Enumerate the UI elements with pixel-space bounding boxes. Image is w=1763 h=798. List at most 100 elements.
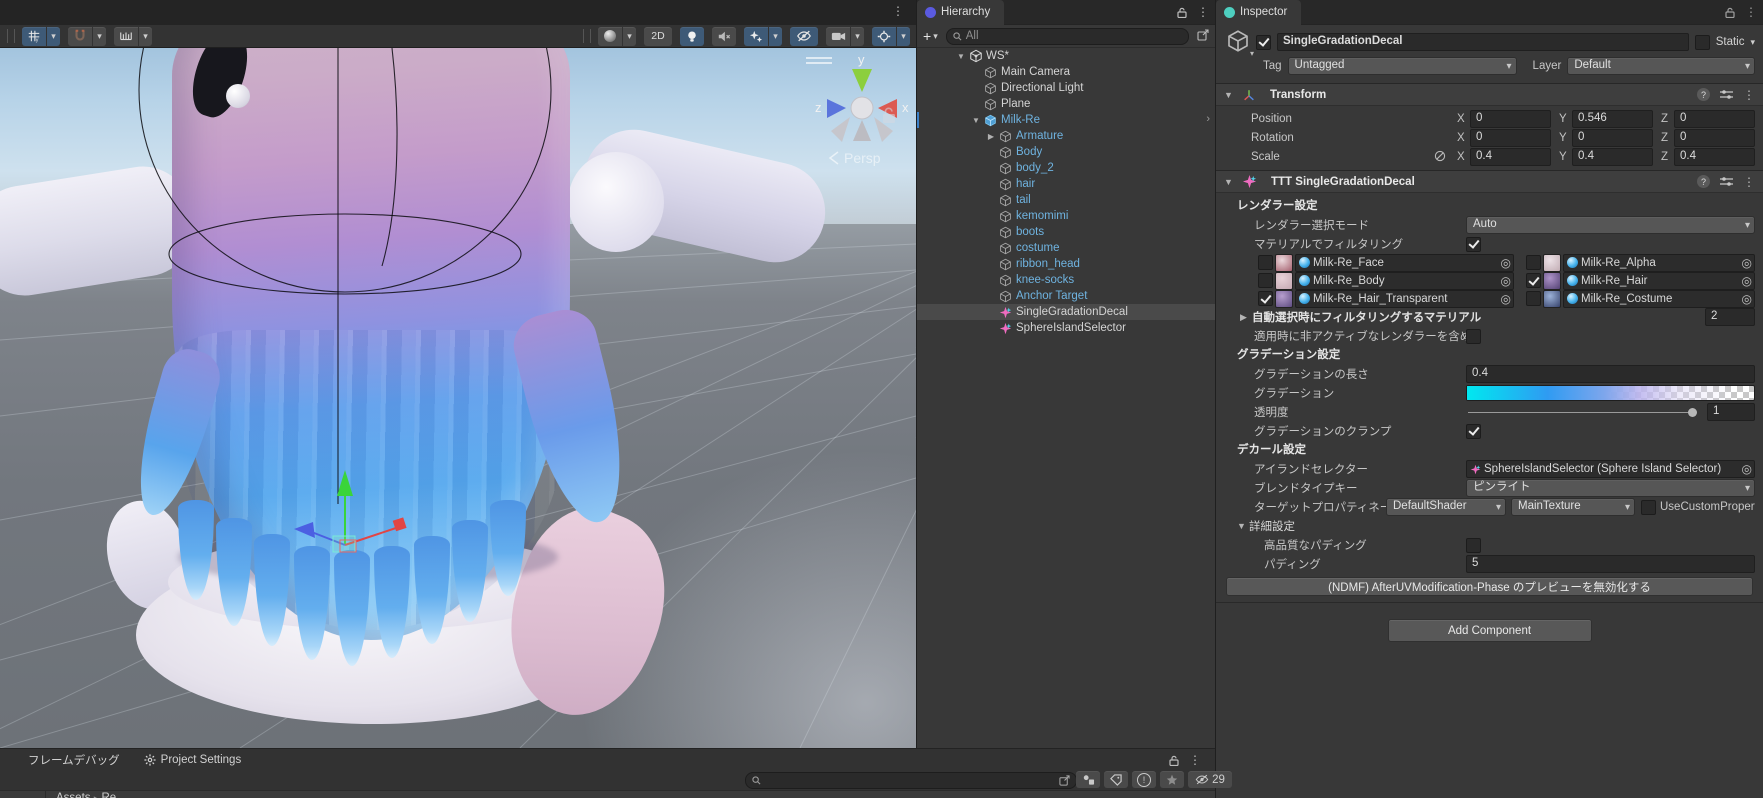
hierarchy-item-main-camera[interactable]: Main Camera [917, 64, 1215, 80]
effects-button[interactable] [744, 27, 768, 46]
project-search-field[interactable] [745, 772, 1077, 789]
rotation-y-field[interactable]: 0 [1572, 129, 1653, 147]
renderer-mode-dropdown[interactable]: Auto [1466, 216, 1755, 234]
transform-component-header[interactable]: ▼ Transform ? ⋮ [1216, 83, 1763, 106]
material-thumbnail[interactable] [1275, 254, 1293, 272]
decal-kebab-icon[interactable]: ⋮ [1743, 175, 1755, 189]
hierarchy-item-knee-socks[interactable]: knee-socks [917, 272, 1215, 288]
hierarchy-item-body[interactable]: Body [917, 144, 1215, 160]
object-picker-icon[interactable]: ◎ [1742, 463, 1752, 475]
gameobject-cube-icon[interactable]: ▾ [1226, 29, 1250, 56]
hidden-count-button[interactable]: 29 [1188, 771, 1232, 788]
scale-z-field[interactable]: 0.4 [1674, 148, 1755, 166]
audio-mute-button[interactable] [712, 27, 736, 46]
shading-mode-button[interactable] [598, 27, 622, 46]
console-alert-button[interactable]: ! [1132, 771, 1156, 788]
rotation-x-field[interactable]: 0 [1470, 129, 1551, 147]
material-thumbnail[interactable] [1543, 272, 1561, 290]
snap-dropdown[interactable]: ▾ [93, 27, 106, 46]
material-object-field[interactable]: Milk-Re_Hair ◎ [1563, 272, 1755, 290]
hierarchy-item-ribbon-head[interactable]: ribbon_head [917, 256, 1215, 272]
hierarchy-item-anchor-target[interactable]: Anchor Target [917, 288, 1215, 304]
foldout-open-icon[interactable]: ▼ [969, 116, 983, 125]
scale-y-field[interactable]: 0.4 [1572, 148, 1653, 166]
material-object-field[interactable]: Milk-Re_Body ◎ [1295, 272, 1514, 290]
hierarchy-item-costume[interactable]: costume [917, 240, 1215, 256]
position-z-field[interactable]: 0 [1674, 110, 1755, 128]
project-settings-button[interactable]: Project Settings [136, 749, 250, 770]
decal-help-icon[interactable]: ? [1697, 175, 1710, 188]
decal-presets-icon[interactable] [1720, 176, 1733, 187]
decal-component-header[interactable]: ▼ TTT SingleGradationDecal ? ⋮ [1216, 170, 1763, 193]
scene-menu-kebab-icon[interactable]: ⋮ [892, 4, 904, 18]
hierarchy-item-boots[interactable]: boots [917, 224, 1215, 240]
favorites-button[interactable] [1160, 771, 1184, 788]
grid-visibility-button[interactable]: y [22, 27, 46, 46]
target-texture-dropdown[interactable]: MainTexture [1511, 498, 1635, 516]
hierarchy-item-sphereislandselector[interactable]: SphereIslandSelector [917, 320, 1215, 336]
filter-by-label-button[interactable] [1104, 771, 1128, 788]
snap-toggle-button[interactable] [68, 27, 92, 46]
material-thumbnail[interactable] [1275, 272, 1293, 290]
advanced-settings-row[interactable]: ▼ 詳細設定 [1216, 517, 1763, 535]
scene-viewport[interactable]: y z x Persp [0, 48, 916, 748]
gameobject-name-field[interactable]: SingleGradationDecal [1277, 33, 1689, 51]
hierarchy-item-armature[interactable]: ▶ Armature [917, 128, 1215, 144]
prefab-open-arrow-icon[interactable]: › [1206, 113, 1210, 125]
material-filter-checkbox[interactable] [1466, 237, 1481, 252]
lock-icon[interactable] [1177, 7, 1187, 18]
blend-type-dropdown[interactable]: ピンライト [1466, 479, 1755, 497]
transform-foldout-icon[interactable]: ▼ [1224, 90, 1236, 100]
hierarchy-search-field[interactable]: All [946, 28, 1189, 45]
create-object-button[interactable]: + [923, 30, 931, 42]
padding-field[interactable]: 5 [1466, 555, 1755, 573]
presets-icon[interactable] [1720, 89, 1733, 100]
hierarchy-item-plane[interactable]: Plane [917, 96, 1215, 112]
hierarchy-item-hair[interactable]: hair [917, 176, 1215, 192]
gameobject-enabled-checkbox[interactable] [1256, 35, 1271, 50]
hierarchy-item-singlegradationdecal[interactable]: SingleGradationDecal [917, 304, 1215, 320]
material-thumbnail[interactable] [1275, 290, 1293, 308]
scene-camera-button[interactable] [826, 27, 850, 46]
position-x-field[interactable]: 0 [1470, 110, 1551, 128]
create-object-dropdown-icon[interactable]: ▾ [933, 31, 938, 42]
gizmos-dropdown[interactable]: ▾ [897, 27, 910, 46]
hq-padding-checkbox[interactable] [1466, 538, 1481, 553]
scale-link-icon[interactable] [1434, 150, 1449, 165]
material-checkbox[interactable] [1526, 291, 1541, 306]
project-lock-icon[interactable] [1169, 755, 1179, 766]
filter-by-type-button[interactable] [1076, 771, 1100, 788]
alpha-value-field[interactable]: 1 [1707, 403, 1755, 421]
static-checkbox[interactable] [1695, 35, 1710, 50]
include-inactive-checkbox[interactable] [1466, 329, 1481, 344]
hierarchy-item-tail[interactable]: tail [917, 192, 1215, 208]
tab-hierarchy[interactable]: Hierarchy [917, 0, 1004, 25]
foldout-closed-icon[interactable]: ▶ [984, 132, 998, 141]
object-picker-icon[interactable]: ◎ [1501, 293, 1511, 305]
static-dropdown-icon[interactable]: ▾ [1750, 37, 1755, 48]
panel-menu-kebab-icon[interactable]: ⋮ [1197, 5, 1209, 19]
toolbar-drag-handle-right[interactable] [583, 29, 591, 43]
hierarchy-item-body-2[interactable]: body_2 [917, 160, 1215, 176]
tag-dropdown[interactable]: Untagged [1288, 57, 1517, 75]
scale-x-field[interactable]: 0.4 [1470, 148, 1551, 166]
material-thumbnail[interactable] [1543, 290, 1561, 308]
material-object-field[interactable]: Milk-Re_Alpha ◎ [1563, 254, 1755, 272]
alpha-slider[interactable] [1466, 404, 1697, 420]
island-selector-object-field[interactable]: SphereIslandSelector (Sphere Island Sele… [1466, 460, 1755, 478]
rotation-z-field[interactable]: 0 [1674, 129, 1755, 147]
scene-picker-icon[interactable] [1197, 29, 1209, 44]
scene-lighting-button[interactable] [680, 27, 704, 46]
position-y-field[interactable]: 0.546 [1572, 110, 1653, 128]
object-picker-icon[interactable]: ◎ [1742, 275, 1752, 287]
hierarchy-item-milk-re[interactable]: ▼ Milk-Re › [917, 112, 1215, 128]
material-object-field[interactable]: Milk-Re_Costume ◎ [1563, 290, 1755, 308]
scene-camera-dropdown[interactable]: ▾ [851, 27, 864, 46]
object-picker-icon[interactable]: ◎ [1501, 275, 1511, 287]
hierarchy-item-directional-light[interactable]: Directional Light [917, 80, 1215, 96]
auto-filter-foldout-icon[interactable]: ▶ [1240, 312, 1252, 323]
shading-mode-dropdown[interactable]: ▾ [623, 27, 636, 46]
material-checkbox[interactable] [1258, 255, 1273, 270]
hierarchy-item-kemomimi[interactable]: kemomimi [917, 208, 1215, 224]
inspector-lock-icon[interactable] [1725, 7, 1735, 18]
